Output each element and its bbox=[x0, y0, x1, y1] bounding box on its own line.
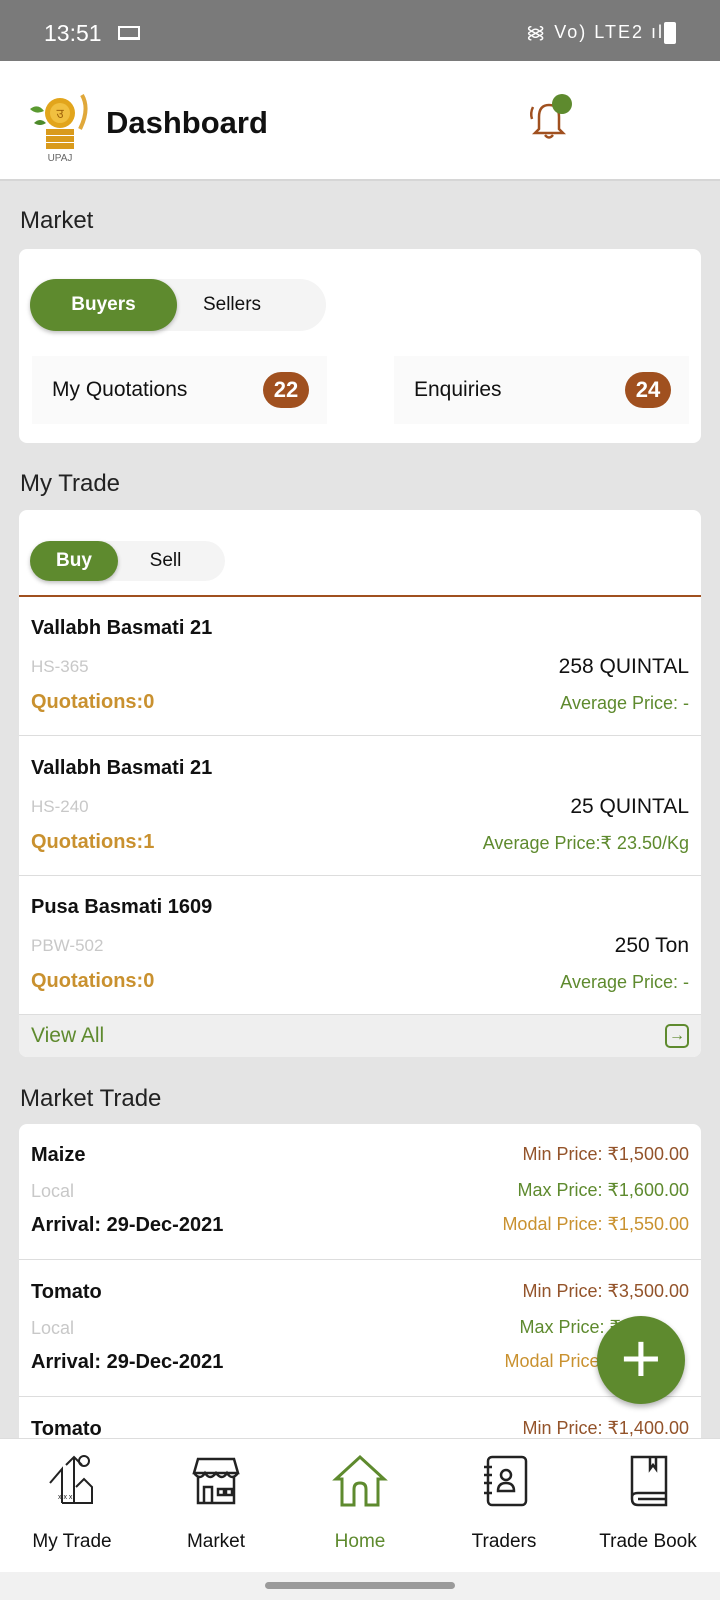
trade-average-price: Average Price:₹ 23.50/Kg bbox=[482, 833, 689, 853]
trade-name: Pusa Basmati 1609 bbox=[31, 896, 213, 918]
min-price: Min Price: ₹3,500.00 bbox=[522, 1281, 689, 1301]
trade-name: Vallabh Basmati 21 bbox=[31, 757, 213, 779]
arrow-right-icon: → bbox=[665, 1024, 689, 1048]
market-trade-section-title: Market Trade bbox=[20, 1085, 162, 1112]
trade-code: HS-365 bbox=[31, 657, 89, 676]
my-trade-section-title: My Trade bbox=[20, 470, 121, 497]
max-price: Max Price: ₹1,600.00 bbox=[517, 1180, 689, 1200]
laptop-icon bbox=[118, 26, 140, 40]
arrival-date: Arrival: 29-Dec-2021 bbox=[31, 1351, 224, 1373]
my-quotations-card[interactable]: My Quotations 22 bbox=[32, 356, 327, 424]
nav-label: Market bbox=[186, 1531, 246, 1552]
view-all-label: View All bbox=[31, 1024, 105, 1047]
nav-label: Trade Book bbox=[599, 1531, 697, 1552]
book-icon bbox=[630, 1455, 668, 1507]
trade-name: Vallabh Basmati 21 bbox=[31, 617, 213, 639]
trade-quantity: 25 QUINTAL bbox=[570, 795, 689, 818]
enquiries-card[interactable]: Enquiries 24 bbox=[394, 356, 689, 424]
min-price: Min Price: ₹1,400.00 bbox=[522, 1418, 689, 1438]
buyers-sellers-toggle: Buyers Sellers bbox=[30, 279, 326, 331]
buy-sell-toggle: Buy Sell bbox=[30, 541, 225, 581]
svg-text:UPAJ: UPAJ bbox=[48, 153, 73, 163]
plus-icon: + bbox=[620, 1319, 662, 1397]
home-indicator[interactable] bbox=[265, 1582, 455, 1589]
tab-sellers[interactable]: Sellers bbox=[177, 279, 287, 331]
shop-icon bbox=[192, 1457, 240, 1505]
bell-icon[interactable] bbox=[524, 93, 574, 143]
commodity-name: Tomato bbox=[31, 1281, 102, 1303]
tab-buy[interactable]: Buy bbox=[30, 541, 118, 581]
trade-average-price: Average Price: - bbox=[560, 972, 689, 992]
bottom-nav: x x x My Trade Market Home Traders Trade… bbox=[0, 1438, 720, 1572]
commodity-location: Local bbox=[31, 1318, 75, 1338]
market-trade-row[interactable]: Maize Local Arrival: 29-Dec-2021 Min Pri… bbox=[19, 1124, 701, 1260]
trade-code: HS-240 bbox=[31, 797, 89, 816]
enquiries-count: 24 bbox=[625, 372, 671, 408]
trade-average-price: Average Price: - bbox=[560, 693, 689, 713]
nav-label: Home bbox=[334, 1531, 386, 1552]
wifi-icon: ᯼ bbox=[526, 22, 548, 42]
trade-quantity: 258 QUINTAL bbox=[558, 655, 689, 678]
trade-row[interactable]: Vallabh Basmati 21 HS-365 258 QUINTAL Qu… bbox=[19, 597, 701, 736]
view-all-button[interactable]: View All → bbox=[19, 1015, 701, 1057]
my-trade-card: Buy Sell Vallabh Basmati 21 HS-365 258 Q… bbox=[19, 510, 701, 1057]
commodity-name: Maize bbox=[31, 1144, 86, 1166]
trade-row[interactable]: Vallabh Basmati 21 HS-240 25 QUINTAL Quo… bbox=[19, 737, 701, 876]
nav-label: My Trade bbox=[32, 1531, 112, 1552]
trade-quotations: Quotations:0 bbox=[31, 691, 155, 713]
arrival-date: Arrival: 29-Dec-2021 bbox=[31, 1214, 224, 1236]
nav-market[interactable]: Market bbox=[144, 1439, 288, 1572]
battery-icon bbox=[664, 22, 676, 44]
market-section-title: Market bbox=[20, 207, 94, 234]
nav-traders[interactable]: Traders bbox=[432, 1439, 576, 1572]
my-quotations-count: 22 bbox=[263, 372, 309, 408]
page-title: Dashboard bbox=[106, 105, 268, 140]
app-header: उ UPAJ Dashboard bbox=[0, 61, 720, 181]
gesture-bar bbox=[0, 1572, 720, 1600]
nav-my-trade[interactable]: x x x My Trade bbox=[0, 1439, 144, 1572]
market-trade-row[interactable]: Tomato Local Arrival: 29-Dec-2021 Min Pr… bbox=[19, 1261, 701, 1397]
status-bar: 13:51 ᯼ Vo) LTE2 ıll bbox=[0, 0, 720, 61]
svg-text:उ: उ bbox=[56, 106, 64, 121]
nav-trade-book[interactable]: Trade Book bbox=[576, 1439, 720, 1572]
trade-quotations: Quotations:1 bbox=[31, 831, 155, 853]
home-icon bbox=[332, 1454, 388, 1507]
market-trade-card: Maize Local Arrival: 29-Dec-2021 Min Pri… bbox=[19, 1124, 701, 1454]
market-card: Buyers Sellers My Quotations 22 Enquirie… bbox=[19, 249, 701, 443]
signal-indicators: ᯼ Vo) LTE2 ıll bbox=[526, 22, 670, 42]
svg-text:x x x: x x x bbox=[58, 1494, 73, 1501]
commodity-location: Local bbox=[31, 1181, 75, 1201]
enquiries-label: Enquiries bbox=[414, 378, 502, 401]
nav-label: Traders bbox=[471, 1531, 537, 1552]
min-price: Min Price: ₹1,500.00 bbox=[522, 1144, 689, 1164]
trade-code: PBW-502 bbox=[31, 936, 104, 955]
trade-row[interactable]: Pusa Basmati 1609 PBW-502 250 Ton Quotat… bbox=[19, 876, 701, 1015]
trade-house-icon: x x x bbox=[49, 1455, 93, 1504]
trade-quotations: Quotations:0 bbox=[31, 970, 155, 992]
contacts-book-icon bbox=[484, 1455, 528, 1507]
nav-home[interactable]: Home bbox=[288, 1439, 432, 1572]
tab-buyers[interactable]: Buyers bbox=[30, 279, 177, 331]
modal-price: Modal Price: ₹1,550.00 bbox=[502, 1214, 689, 1234]
tab-sell[interactable]: Sell bbox=[118, 541, 213, 581]
trade-quantity: 250 Ton bbox=[614, 934, 689, 957]
network-label: Vo) LTE2 bbox=[554, 22, 644, 42]
status-time: 13:51 bbox=[44, 20, 102, 46]
add-button[interactable]: + bbox=[597, 1316, 685, 1404]
upaj-logo: उ UPAJ bbox=[30, 94, 88, 163]
my-quotations-label: My Quotations bbox=[52, 378, 188, 401]
